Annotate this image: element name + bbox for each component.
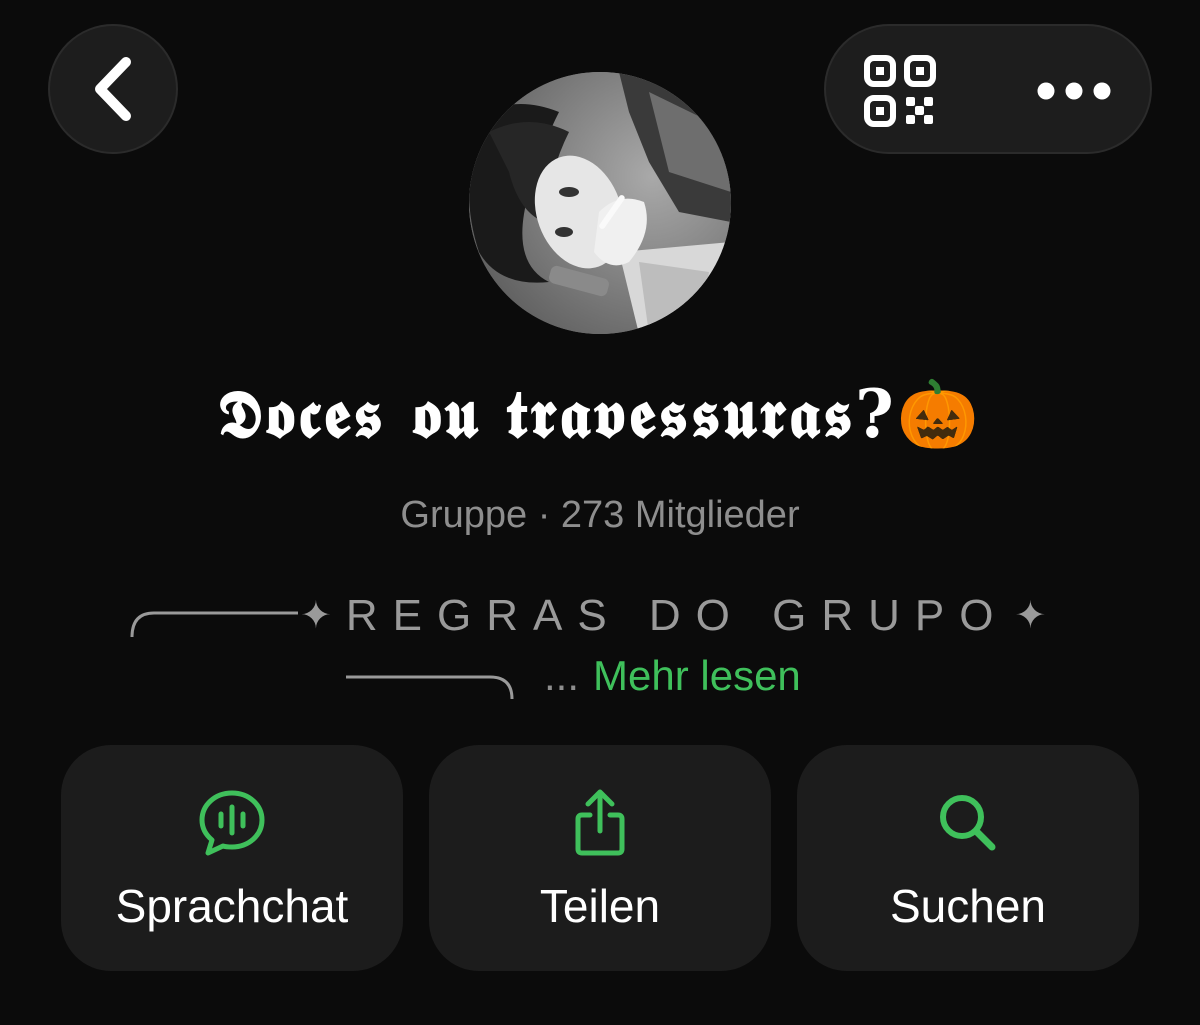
group-avatar-photo xyxy=(469,72,731,334)
qr-code-button[interactable] xyxy=(864,55,936,127)
rules-heading: REGRAS DO GRUPO xyxy=(345,591,1009,640)
share-label: Teilen xyxy=(539,880,661,932)
more-options-button[interactable] xyxy=(1032,66,1116,116)
sparkle-icon: ✦ xyxy=(300,595,332,637)
ellipsis-icon xyxy=(1037,82,1111,100)
share-icon xyxy=(575,789,625,856)
search-icon xyxy=(940,795,996,851)
chevron-left-icon xyxy=(95,57,131,121)
group-title: 𝕯𝖔𝖈𝖊𝖘 𝖔𝖚 𝖙𝖗𝖆𝖛𝖊𝖘𝖘𝖚𝖗𝖆𝖘?🎃 xyxy=(0,375,1200,455)
search-button[interactable]: Suchen xyxy=(797,745,1139,971)
pumpkin-emoji: 🎃 xyxy=(896,375,982,453)
share-button[interactable]: Teilen xyxy=(429,745,771,971)
group-title-text: 𝕯𝖔𝖈𝖊𝖘 𝖔𝖚 𝖙𝖗𝖆𝖛𝖊𝖘𝖘𝖚𝖗𝖆𝖘? xyxy=(218,375,897,453)
group-subtitle: Gruppe · 273 Mitglieder xyxy=(400,494,800,536)
group-description-continued[interactable]: ... Mehr lesen xyxy=(344,650,944,702)
read-more-link[interactable]: Mehr lesen xyxy=(593,652,801,700)
qr-code-icon xyxy=(864,55,936,127)
divider-hook-right xyxy=(346,675,514,700)
divider-hook-left xyxy=(130,611,298,638)
voice-chat-button[interactable]: Sprachchat xyxy=(61,745,403,971)
search-label: Suchen xyxy=(889,880,1046,932)
voice-chat-icon xyxy=(199,790,265,856)
group-description[interactable]: ✦ REGRAS DO GRUPO ✦ xyxy=(128,586,1108,646)
description-ellipsis: ... xyxy=(544,652,580,699)
back-button[interactable] xyxy=(48,24,178,154)
header-actions xyxy=(824,24,1152,154)
group-avatar[interactable] xyxy=(469,72,731,334)
sparkle-icon: ✦ xyxy=(1014,595,1047,637)
voice-chat-label: Sprachchat xyxy=(115,880,349,932)
